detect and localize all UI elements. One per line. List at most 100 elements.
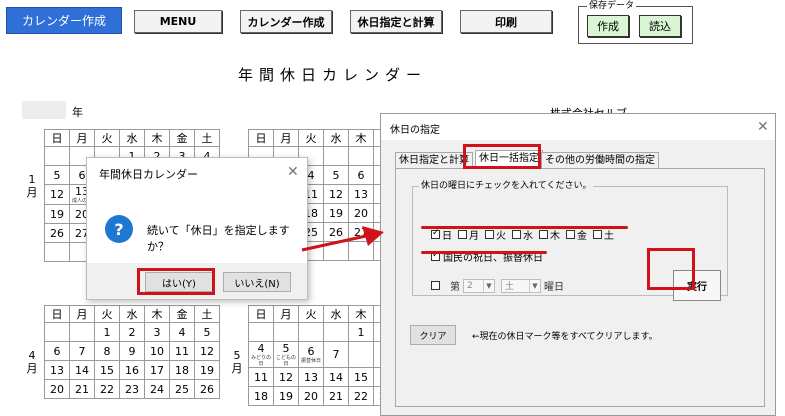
calendar-day-cell: 20	[298, 386, 324, 406]
weekday-header: 火	[94, 305, 120, 323]
day-number: 4	[307, 168, 315, 182]
weekday-header: 水	[323, 129, 349, 147]
calendar-day-cell: 22	[94, 379, 120, 399]
month-label-may: 5月	[231, 349, 243, 375]
tab-holiday-calc[interactable]: 休日指定と計算	[395, 152, 473, 169]
day-number: 11	[175, 344, 189, 358]
holiday-dialog-titlebar: 休日の指定 ✕	[381, 114, 775, 140]
calendar-day-cell	[248, 322, 274, 342]
nth-suffix-label: 曜日	[544, 282, 564, 293]
day-number: 3	[153, 325, 161, 339]
weekday-header: 土	[194, 305, 220, 323]
checkbox-sat[interactable]: 土	[593, 227, 614, 242]
calendar-day-cell: 15	[94, 360, 120, 380]
checkbox-mon[interactable]: 月	[458, 227, 479, 242]
calendar-day-cell	[44, 322, 70, 342]
day-number: 14	[329, 370, 343, 384]
day-number: 6	[307, 345, 315, 358]
checkbox-wed[interactable]: 水	[512, 227, 533, 242]
weekday-header: 月	[273, 129, 299, 147]
checkbox-sun[interactable]: 日	[431, 227, 452, 242]
day-number: 4	[257, 342, 265, 355]
weekday-header: 火	[94, 129, 120, 147]
day-number: 19	[200, 363, 214, 377]
confirm-dialog-message: 続いて「休日」を指定しますか？	[147, 224, 290, 253]
day-number: 12	[329, 187, 343, 201]
create-calendar-button[interactable]: カレンダー作成	[240, 10, 332, 33]
day-number: 21	[329, 389, 343, 403]
calendar-day-cell: 11	[248, 367, 274, 387]
day-number: 19	[329, 206, 343, 220]
year-field[interactable]	[22, 101, 66, 119]
calendar-day-cell	[44, 146, 70, 166]
day-number: 7	[78, 344, 86, 358]
calendar-day-cell: 5	[194, 322, 220, 342]
chevron-down-icon: ▼	[529, 279, 540, 292]
holiday-mini-label: 振替休日	[300, 358, 321, 364]
day-number: 20	[50, 382, 64, 396]
day-number: 12	[200, 344, 214, 358]
day-number: 5	[282, 342, 290, 355]
confirm-dialog-title: 年間休日カレンダー	[99, 168, 198, 181]
day-number: 22	[354, 389, 368, 403]
save-data-label: 保存データ	[587, 0, 637, 12]
day-number: 14	[75, 363, 89, 377]
checkbox-thu[interactable]: 木	[539, 227, 560, 242]
day-number: 7	[332, 348, 340, 361]
calendar-day-cell: 12	[273, 367, 299, 387]
calendar-day-cell: 7	[69, 341, 95, 361]
nth-number-select[interactable]: 2 ▼	[463, 278, 495, 293]
calendar-day-cell: 4	[169, 322, 195, 342]
weekday-header: 木	[144, 129, 170, 147]
calendar-day-cell: 19	[194, 360, 220, 380]
weekday-header: 木	[348, 129, 374, 147]
bulk-holiday-panel: 休日の曜日にチェックを入れてください。 日 月 火 水 木 金 土 国民の祝日、…	[395, 168, 765, 407]
checkbox-icon	[539, 230, 548, 239]
day-number: 16	[125, 363, 139, 377]
clear-button[interactable]: クリア	[410, 325, 456, 345]
print-button[interactable]: 印刷	[460, 10, 552, 33]
close-icon[interactable]: ✕	[287, 165, 299, 179]
day-number: 19	[50, 207, 64, 221]
annotation-arrow-icon	[301, 226, 384, 252]
day-number: 24	[150, 382, 164, 396]
day-number: 21	[75, 382, 89, 396]
weekday-header: 日	[248, 129, 274, 147]
day-number: 23	[125, 382, 139, 396]
calendar-day-cell: 12	[194, 341, 220, 361]
day-number: 22	[100, 382, 114, 396]
day-number: 26	[50, 226, 64, 240]
calendar-day-cell: 26	[194, 379, 220, 399]
calendar-day-cell: 12	[44, 184, 70, 205]
weekday-header: 月	[273, 305, 299, 323]
calendar-day-cell: 1	[94, 322, 120, 342]
save-create-button[interactable]: 作成	[587, 15, 629, 37]
close-icon[interactable]: ✕	[757, 120, 769, 134]
day-number: 26	[200, 382, 214, 396]
day-number: 1	[103, 325, 111, 339]
save-load-button[interactable]: 読込	[639, 15, 681, 37]
weekday-header: 土	[194, 129, 220, 147]
calendar-day-cell	[69, 322, 95, 342]
tab-other-hours[interactable]: その他の労働時間の指定	[541, 152, 659, 169]
annotation-box-yes	[137, 268, 215, 295]
checkbox-fri[interactable]: 金	[566, 227, 587, 242]
checkbox-nth-weekday[interactable]	[431, 281, 440, 290]
calendar-day-cell: 12	[323, 184, 349, 204]
chevron-down-icon: ▼	[483, 279, 494, 292]
nth-day-select[interactable]: 土 ▼	[501, 278, 541, 293]
weekday-header: 水	[119, 129, 145, 147]
no-button[interactable]: いいえ(N)	[223, 272, 291, 292]
day-number: 5	[332, 168, 340, 182]
calendar-day-cell: 6 振替休日	[298, 341, 324, 368]
menu-button[interactable]: MENU	[134, 10, 222, 33]
calendar-day-cell: 22	[348, 386, 374, 406]
day-number: 13	[304, 370, 318, 384]
checkbox-tue[interactable]: 火	[485, 227, 506, 242]
holiday-calc-button[interactable]: 休日指定と計算	[350, 10, 442, 33]
day-number: 17	[150, 363, 164, 377]
checkbox-label: 水	[523, 231, 533, 242]
annotation-box-tab	[463, 144, 541, 169]
day-number: 18	[175, 363, 189, 377]
app-logo-button[interactable]: カレンダー作成	[6, 7, 122, 34]
